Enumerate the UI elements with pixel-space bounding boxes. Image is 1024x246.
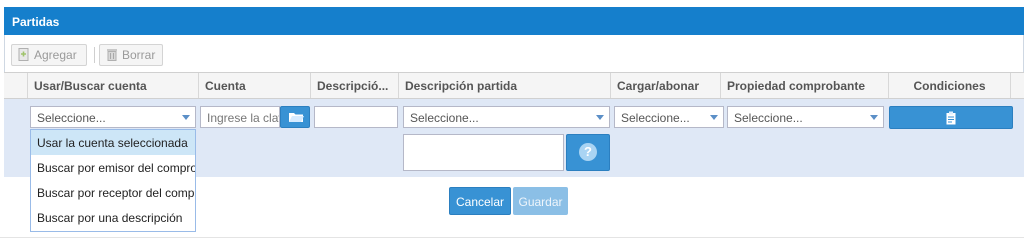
usar-buscar-combo[interactable]: Seleccione... (30, 106, 196, 128)
chevron-down-icon[interactable] (591, 107, 609, 127)
cargar-abonar-value: Seleccione... (621, 111, 690, 125)
chevron-down-icon[interactable] (865, 107, 883, 127)
usar-buscar-dropdown: Usar la cuenta seleccionada Buscar por e… (30, 129, 196, 232)
panel-bottom-border (0, 237, 1024, 238)
dropdown-option-buscar-emisor[interactable]: Buscar por emisor del comprobante (31, 155, 195, 180)
help-button[interactable]: ? (566, 134, 610, 171)
clipboard-icon (946, 111, 956, 128)
grid-header: Usar/Buscar cuenta Cuenta Descripció... … (4, 72, 1024, 99)
cancel-button[interactable]: Cancelar (449, 187, 511, 215)
add-button[interactable]: Agregar (11, 44, 87, 66)
dropdown-option-buscar-receptor[interactable]: Buscar por receptor del comprobante (31, 180, 195, 205)
dropdown-option-buscar-descripcion[interactable]: Buscar por una descripción (31, 205, 195, 230)
column-header-condiciones[interactable]: Condiciones (888, 73, 1010, 98)
chevron-down-icon[interactable] (177, 107, 195, 127)
add-button-label: Agregar (34, 48, 77, 62)
column-header-cuenta[interactable]: Cuenta (198, 73, 310, 98)
toolbar-separator (94, 47, 95, 63)
cuenta-placeholder: Ingrese la clav (207, 111, 280, 125)
propiedad-combo[interactable]: Seleccione... (727, 106, 884, 128)
conditions-button[interactable] (889, 106, 1013, 129)
column-header-cargar-abonar[interactable]: Cargar/abonar (610, 73, 720, 98)
save-button[interactable]: Guardar (513, 187, 568, 215)
folder-icon (288, 111, 304, 126)
descripcion-partida-combo[interactable]: Seleccione... (403, 106, 610, 128)
dropdown-option-usar-cuenta[interactable]: Usar la cuenta seleccionada (31, 130, 195, 155)
descripcion-partida-textarea[interactable] (403, 134, 564, 171)
chevron-down-icon[interactable] (705, 107, 723, 127)
column-header-propiedad[interactable]: Propiedad comprobante (720, 73, 888, 98)
propiedad-value: Seleccione... (734, 111, 803, 125)
column-header-usar-buscar[interactable]: Usar/Buscar cuenta (27, 73, 198, 98)
usar-buscar-value: Seleccione... (37, 111, 106, 125)
descripcion-input[interactable] (314, 106, 398, 128)
delete-button[interactable]: Borrar (99, 44, 163, 66)
add-document-icon (18, 48, 30, 61)
partidas-panel: Partidas Agregar Borrar Usar/Buscar cuen… (0, 0, 1024, 246)
delete-button-label: Borrar (122, 48, 156, 62)
browse-account-button[interactable] (280, 106, 310, 128)
toolbar: Agregar Borrar (4, 35, 1024, 72)
descripcion-partida-value: Seleccione... (410, 111, 479, 125)
panel-title: Partidas (4, 7, 1024, 35)
cuenta-input[interactable]: Ingrese la clav (200, 106, 280, 128)
cargar-abonar-combo[interactable]: Seleccione... (614, 106, 724, 128)
column-header-descripcion[interactable]: Descripció... (310, 73, 398, 98)
column-header-descripcion-partida[interactable]: Descripción partida (398, 73, 610, 98)
trash-icon (106, 48, 118, 61)
help-icon: ? (579, 143, 597, 161)
column-header-spacer (1010, 73, 1024, 98)
